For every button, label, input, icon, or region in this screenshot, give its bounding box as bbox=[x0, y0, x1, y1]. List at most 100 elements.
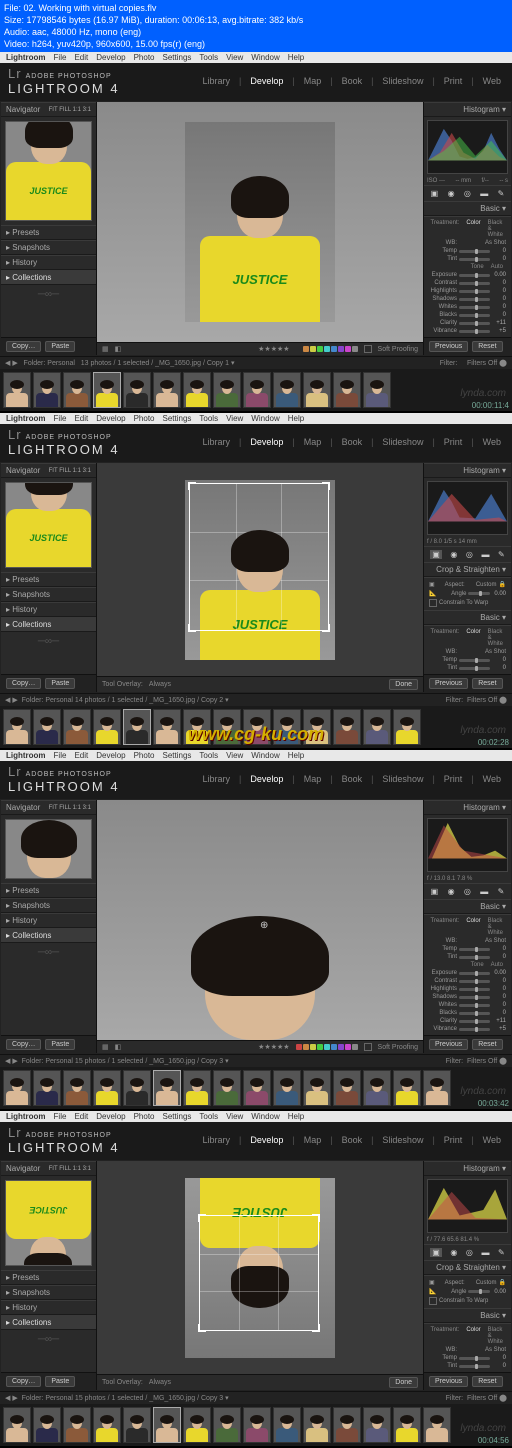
filmstrip-thumb[interactable] bbox=[393, 1407, 421, 1443]
filmstrip-thumb[interactable] bbox=[273, 1070, 301, 1106]
loupe-icon[interactable]: ▦ bbox=[102, 345, 109, 353]
filmstrip-thumb[interactable] bbox=[3, 1070, 31, 1106]
filmstrip-thumb[interactable] bbox=[63, 709, 91, 745]
crop-overlay[interactable] bbox=[199, 1215, 319, 1331]
exposure-slider[interactable] bbox=[459, 274, 490, 277]
filmstrip-thumb[interactable] bbox=[393, 709, 421, 745]
navigator-thumb[interactable]: JUSTICE bbox=[5, 482, 92, 568]
menu-lightroom[interactable]: Lightroom bbox=[6, 53, 46, 62]
navigator-thumb[interactable]: JUSTICE bbox=[5, 1180, 92, 1266]
copy-button[interactable]: Copy… bbox=[6, 341, 41, 352]
filmstrip-thumb[interactable] bbox=[213, 1407, 241, 1443]
temp-slider[interactable] bbox=[459, 250, 490, 253]
filmstrip-thumb[interactable] bbox=[153, 709, 181, 745]
filmstrip-thumb[interactable] bbox=[3, 1407, 31, 1443]
filmstrip-thumb[interactable] bbox=[183, 372, 211, 408]
spot-tool-icon[interactable]: ◉ bbox=[448, 189, 455, 198]
filmstrip-thumb[interactable] bbox=[243, 1070, 271, 1106]
filmstrip-thumb[interactable] bbox=[423, 1070, 451, 1106]
filmstrip-thumb[interactable] bbox=[333, 372, 361, 408]
tab-web[interactable]: Web bbox=[480, 76, 504, 86]
paste-button[interactable]: Paste bbox=[45, 341, 75, 352]
filmstrip-thumb[interactable] bbox=[93, 709, 121, 745]
tool-overlay-select[interactable]: Always bbox=[149, 681, 171, 688]
whites-slider[interactable] bbox=[459, 306, 490, 309]
filmstrip-thumb[interactable] bbox=[153, 1070, 181, 1106]
filmstrip-thumb[interactable] bbox=[393, 1070, 421, 1106]
filmstrip-thumb[interactable] bbox=[243, 372, 271, 408]
compare-icon[interactable]: ◧ bbox=[115, 345, 122, 353]
filmstrip-thumb[interactable] bbox=[333, 709, 361, 745]
filmstrip-thumb[interactable] bbox=[213, 372, 241, 408]
grad-tool-icon[interactable]: ▬ bbox=[480, 189, 488, 198]
menu-window[interactable]: Window bbox=[251, 53, 279, 62]
mac-menubar[interactable]: LightroomFileEditDevelopPhotoSettingsToo… bbox=[0, 413, 512, 424]
filmstrip-thumb[interactable] bbox=[123, 372, 151, 408]
tab-print[interactable]: Print bbox=[441, 76, 466, 86]
menu-view[interactable]: View bbox=[226, 53, 243, 62]
filmstrip-thumb[interactable] bbox=[363, 372, 391, 408]
menu-photo[interactable]: Photo bbox=[134, 53, 155, 62]
reset-button[interactable]: Reset bbox=[472, 341, 502, 352]
filmstrip-thumb[interactable] bbox=[3, 709, 31, 745]
angle-slider[interactable] bbox=[468, 592, 490, 595]
filmstrip-thumb[interactable] bbox=[123, 1407, 151, 1443]
brush-tool-icon[interactable]: ✎ bbox=[498, 189, 505, 198]
redeye-tool-icon[interactable]: ◎ bbox=[464, 189, 471, 198]
filmstrip-thumb[interactable] bbox=[153, 372, 181, 408]
tab-library[interactable]: Library bbox=[199, 76, 233, 86]
done-button[interactable]: Done bbox=[389, 679, 418, 690]
menu-help[interactable]: Help bbox=[288, 53, 304, 62]
filmstrip-thumb[interactable] bbox=[303, 1070, 331, 1106]
blacks-slider[interactable] bbox=[459, 314, 490, 317]
filmstrip-thumb[interactable] bbox=[33, 1407, 61, 1443]
vibrance-slider[interactable] bbox=[459, 330, 490, 333]
menu-file[interactable]: File bbox=[54, 53, 67, 62]
previous-button[interactable]: Previous bbox=[429, 341, 468, 352]
tab-map[interactable]: Map bbox=[301, 76, 325, 86]
filmstrip-thumb[interactable] bbox=[363, 1407, 391, 1443]
filmstrip-thumb[interactable] bbox=[123, 1070, 151, 1106]
panel-snapshots[interactable]: ▸ Snapshots bbox=[1, 240, 96, 255]
contrast-slider[interactable] bbox=[459, 282, 490, 285]
filmstrip-thumb[interactable] bbox=[93, 1070, 121, 1106]
filmstrip-thumb[interactable] bbox=[63, 1070, 91, 1106]
filmstrip-thumb[interactable] bbox=[33, 1070, 61, 1106]
filmstrip-thumb[interactable] bbox=[183, 1070, 211, 1106]
filmstrip-thumb[interactable] bbox=[213, 1070, 241, 1106]
filmstrip-thumb[interactable] bbox=[243, 1407, 271, 1443]
filmstrip-thumb[interactable] bbox=[93, 372, 121, 408]
filmstrip-thumb[interactable] bbox=[303, 1407, 331, 1443]
color-labels[interactable] bbox=[296, 346, 358, 352]
panel-collections[interactable]: ▸ Collections bbox=[1, 270, 96, 285]
panel-history[interactable]: ▸ History bbox=[1, 255, 96, 270]
filmstrip-thumb[interactable] bbox=[303, 372, 331, 408]
filmstrip-thumb[interactable] bbox=[363, 1070, 391, 1106]
filmstrip-thumb[interactable] bbox=[63, 1407, 91, 1443]
filmstrip-thumb[interactable] bbox=[33, 372, 61, 408]
filmstrip-thumb[interactable] bbox=[363, 709, 391, 745]
menu-edit[interactable]: Edit bbox=[74, 53, 88, 62]
mac-menubar[interactable]: Lightroom File Edit Develop Photo Settin… bbox=[0, 52, 512, 63]
menu-tools[interactable]: Tools bbox=[199, 53, 218, 62]
filmstrip[interactable] bbox=[0, 369, 512, 411]
filmstrip-thumb[interactable] bbox=[423, 1407, 451, 1443]
lock-icon[interactable]: 🔒 bbox=[499, 581, 506, 588]
filmstrip-thumb[interactable] bbox=[333, 1407, 361, 1443]
crop-tool-icon[interactable]: ▣ bbox=[430, 550, 442, 559]
highlights-slider[interactable] bbox=[459, 290, 490, 293]
histogram-header[interactable]: Histogram ▾ bbox=[424, 102, 511, 117]
filmstrip-thumb[interactable] bbox=[63, 372, 91, 408]
clarity-slider[interactable] bbox=[459, 322, 490, 325]
tab-book[interactable]: Book bbox=[339, 76, 366, 86]
filmstrip-thumb[interactable] bbox=[153, 1407, 181, 1443]
tab-develop[interactable]: Develop bbox=[247, 76, 286, 86]
shadows-slider[interactable] bbox=[459, 298, 490, 301]
filmstrip-thumb[interactable] bbox=[93, 1407, 121, 1443]
filmstrip-thumb[interactable] bbox=[273, 1407, 301, 1443]
filmstrip-thumb[interactable] bbox=[273, 372, 301, 408]
tint-slider[interactable] bbox=[459, 258, 490, 261]
filmstrip-thumb[interactable] bbox=[33, 709, 61, 745]
filmstrip-thumb[interactable] bbox=[123, 709, 151, 745]
filmstrip-thumb[interactable] bbox=[183, 1407, 211, 1443]
